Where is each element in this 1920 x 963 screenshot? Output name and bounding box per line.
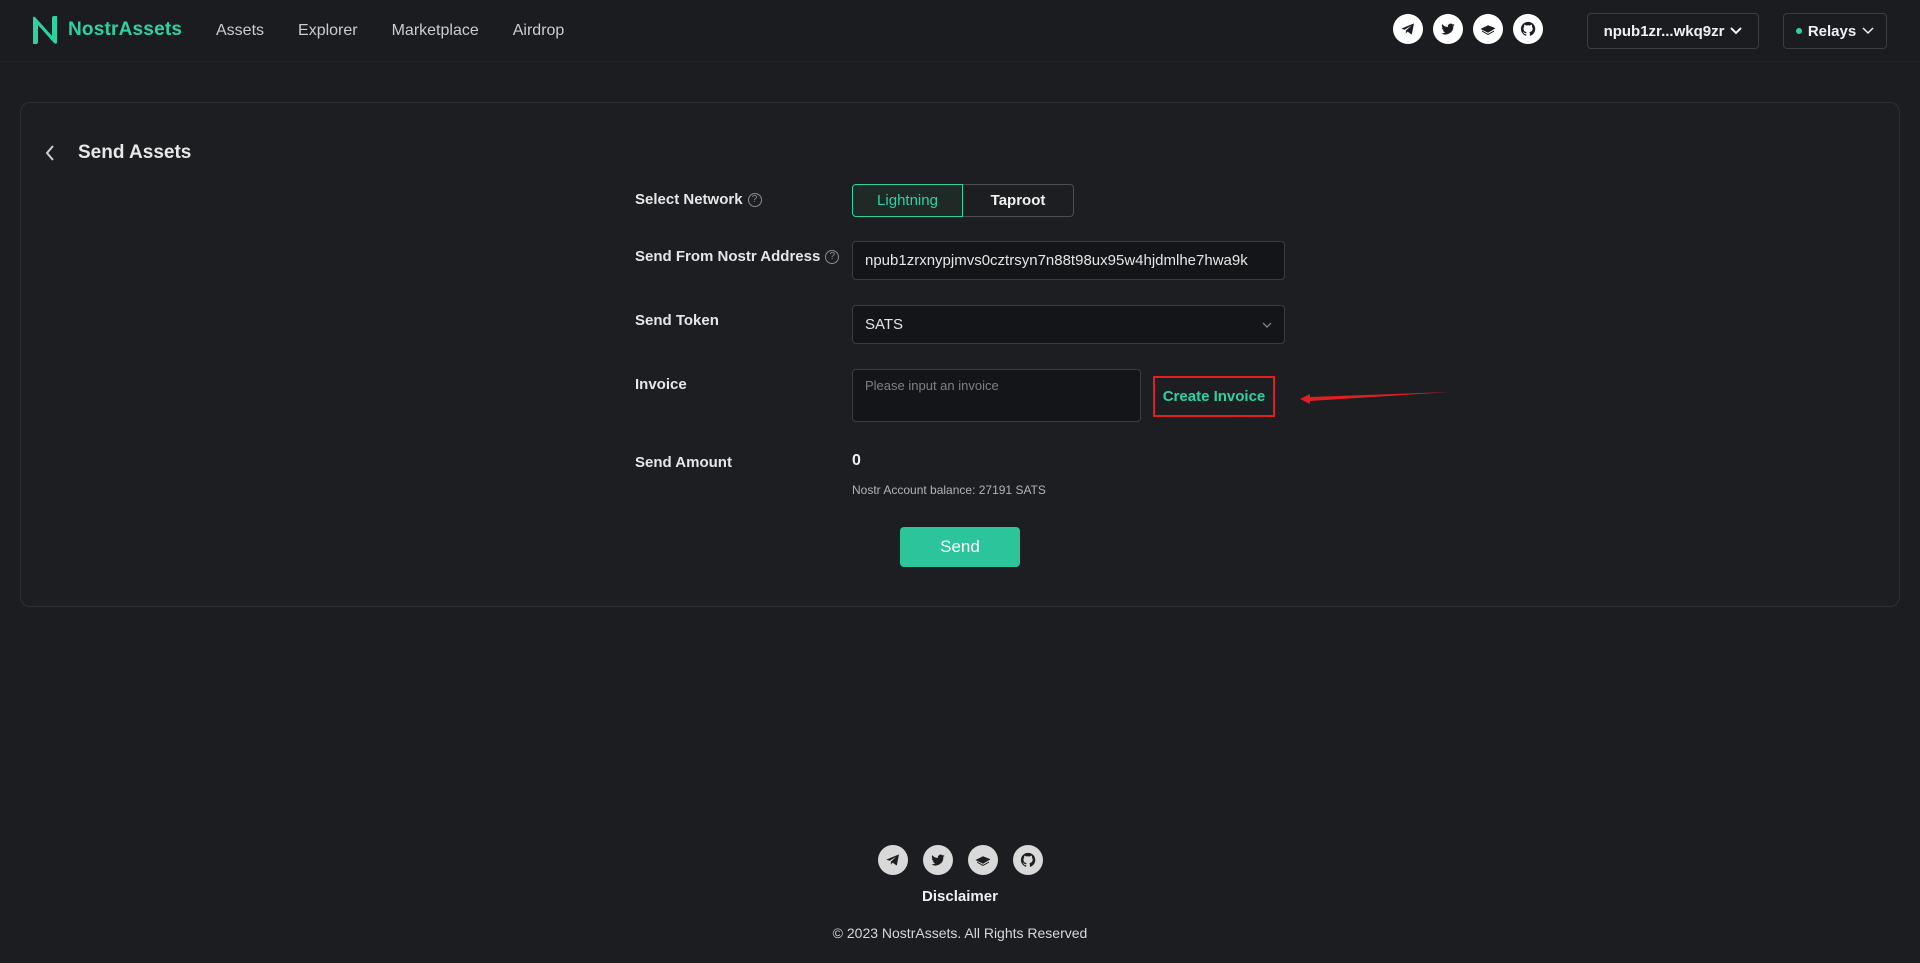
footer-social-links (878, 845, 1043, 875)
chevron-down-icon (1730, 27, 1743, 35)
relays-label: Relays (1807, 22, 1857, 40)
send-token-text: Send Token (635, 312, 719, 329)
relay-status-dot (1795, 28, 1802, 34)
send-button[interactable]: Send (900, 527, 1020, 567)
invoice-input[interactable] (852, 369, 1141, 422)
gitbook-icon[interactable] (968, 845, 998, 875)
nav-marketplace[interactable]: Marketplace (392, 22, 479, 40)
copyright-text: © 2023 NostrAssets. All Rights Reserved (832, 925, 1088, 941)
select-network-label: Select Network ? (635, 191, 762, 208)
help-icon[interactable]: ? (825, 249, 840, 264)
annotation-arrow-icon (1300, 392, 1450, 404)
page-title: Send Assets (78, 142, 192, 163)
account-balance: Nostr Account balance: 27191 SATS (852, 483, 1046, 497)
wallet-dropdown[interactable]: npub1zr...wkq9zr (1587, 13, 1759, 49)
github-icon[interactable] (1013, 845, 1043, 875)
main-nav: Assets Explorer Marketplace Airdrop (216, 0, 564, 62)
send-from-address-field[interactable]: npub1zrxnypjmvs0cztrsyn7n88t98ux95w4hjdm… (852, 241, 1285, 280)
disclaimer-link[interactable]: Disclaimer (0, 888, 1920, 905)
send-token-label: Send Token (635, 312, 719, 329)
send-amount-value: 0 (852, 452, 861, 469)
github-icon[interactable] (1513, 14, 1543, 44)
twitter-icon[interactable] (1433, 14, 1463, 44)
network-lightning-option[interactable]: Lightning (852, 184, 963, 217)
chevron-down-icon (1262, 322, 1272, 328)
gitbook-icon[interactable] (1473, 14, 1503, 44)
network-taproot-option[interactable]: Taproot (963, 184, 1074, 217)
twitter-icon[interactable] (923, 845, 953, 875)
send-from-text: Send From Nostr Address (635, 248, 821, 265)
telegram-icon[interactable] (1393, 14, 1423, 44)
nav-explorer[interactable]: Explorer (298, 22, 358, 40)
back-arrow-icon[interactable] (40, 142, 60, 164)
invoice-text: Invoice (635, 376, 687, 393)
logo-icon (33, 16, 57, 44)
selected-token: SATS (865, 316, 904, 333)
nav-airdrop[interactable]: Airdrop (513, 22, 565, 40)
select-network-text: Select Network (635, 191, 743, 208)
send-from-label: Send From Nostr Address ? (635, 248, 840, 265)
relays-dropdown[interactable]: Relays (1783, 13, 1887, 49)
invoice-label: Invoice (635, 376, 687, 393)
header-social-links (1393, 14, 1543, 44)
help-icon[interactable]: ? (747, 192, 762, 207)
chevron-down-icon (1862, 27, 1874, 35)
brand-logo[interactable]: NostrAssets (30, 14, 182, 46)
wallet-address: npub1zr...wkq9zr (1603, 22, 1725, 40)
telegram-icon[interactable] (878, 845, 908, 875)
brand-name: NostrAssets (68, 19, 183, 40)
send-amount-label: Send Amount (635, 454, 732, 471)
network-selector: Lightning Taproot (852, 184, 1074, 217)
send-amount-text: Send Amount (635, 454, 732, 471)
nav-assets[interactable]: Assets (216, 22, 264, 40)
create-invoice-button[interactable]: Create Invoice (1153, 376, 1275, 417)
top-header: NostrAssets Assets Explorer Marketplace … (0, 0, 1920, 62)
send-token-select[interactable]: SATS (852, 305, 1285, 344)
